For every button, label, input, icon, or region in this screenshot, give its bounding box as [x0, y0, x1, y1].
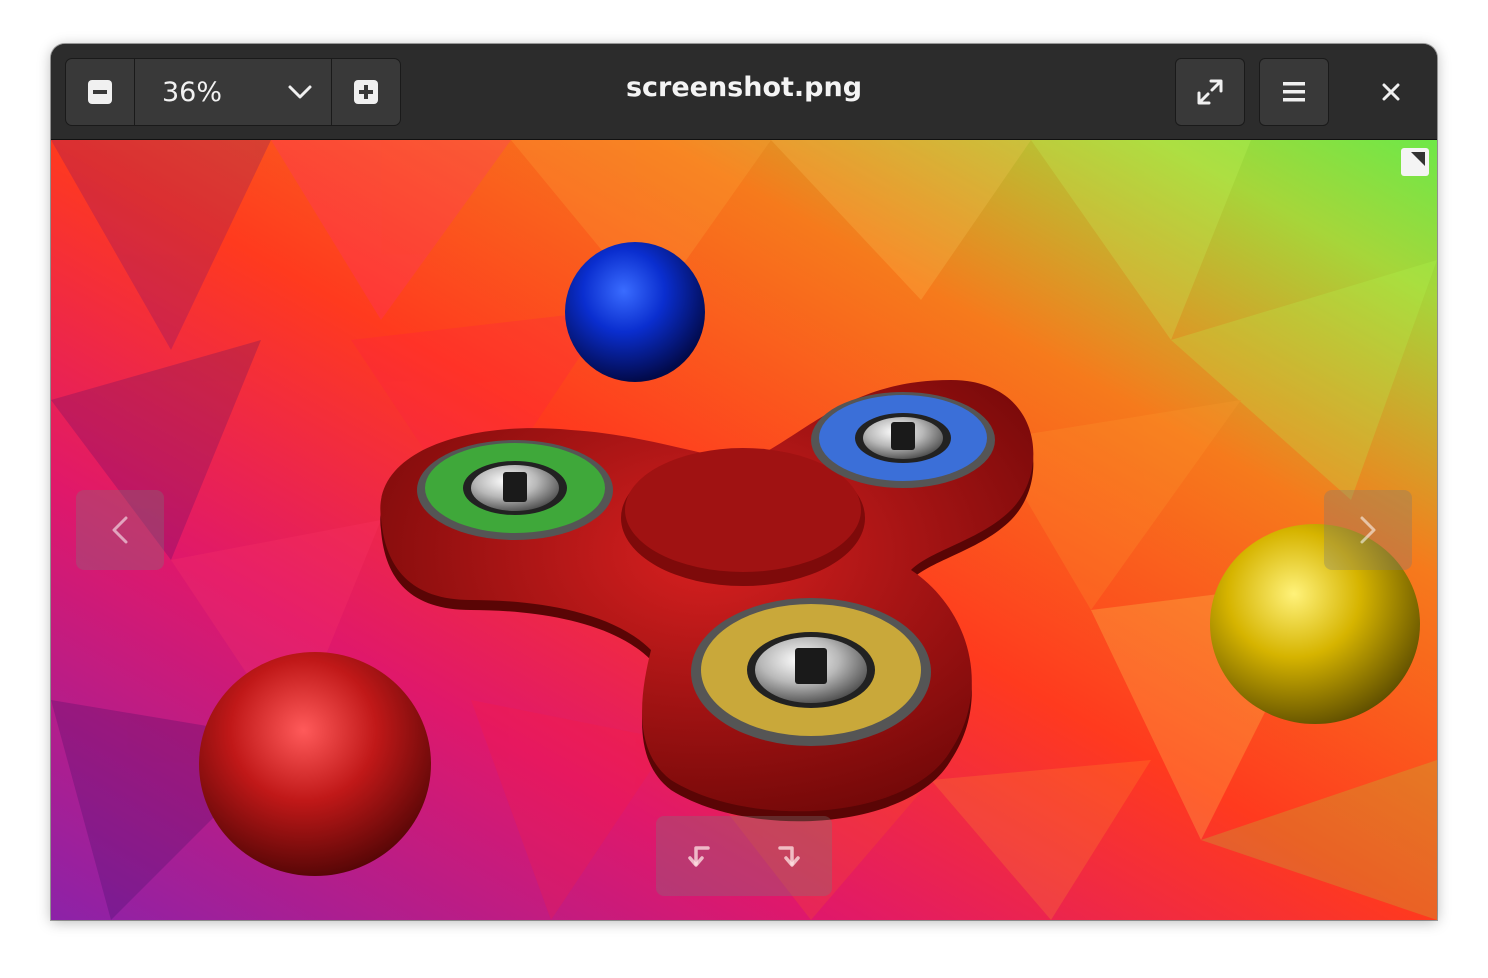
rotate-right-icon — [778, 846, 800, 867]
chevron-down-icon — [288, 85, 312, 99]
zoom-in-plus-icon — [354, 80, 378, 104]
red-sphere — [199, 652, 431, 876]
previous-image-button[interactable] — [76, 490, 164, 570]
rotate-right-button[interactable] — [744, 816, 832, 896]
rotate-left-button[interactable] — [656, 816, 744, 896]
zoom-out-button[interactable] — [66, 59, 135, 125]
image-viewer-window: 36% screenshot.png — [51, 44, 1437, 920]
chevron-right-icon — [1360, 516, 1376, 544]
zoom-in-button[interactable] — [332, 59, 400, 125]
blue-sphere — [565, 242, 705, 382]
rotate-left-icon — [688, 846, 710, 867]
fullscreen-arrows-icon — [1197, 79, 1223, 105]
zoom-out-minus-icon — [88, 80, 112, 104]
zoom-level-dropdown[interactable]: 36% — [135, 59, 332, 125]
rotate-controls — [656, 816, 832, 896]
hamburger-menu-icon — [1283, 82, 1305, 102]
image-corner-badge — [1401, 148, 1429, 176]
image-viewport[interactable] — [51, 140, 1437, 920]
zoom-level-value: 36% — [162, 76, 223, 108]
fullscreen-button[interactable] — [1175, 58, 1245, 126]
headerbar: 36% screenshot.png — [51, 44, 1437, 140]
displayed-image — [51, 140, 1437, 920]
close-icon — [1382, 83, 1400, 101]
close-button[interactable] — [1361, 62, 1421, 122]
main-menu-button[interactable] — [1259, 58, 1329, 126]
chevron-left-icon — [112, 516, 128, 544]
next-image-button[interactable] — [1324, 490, 1412, 570]
zoom-controls: 36% — [65, 58, 401, 126]
